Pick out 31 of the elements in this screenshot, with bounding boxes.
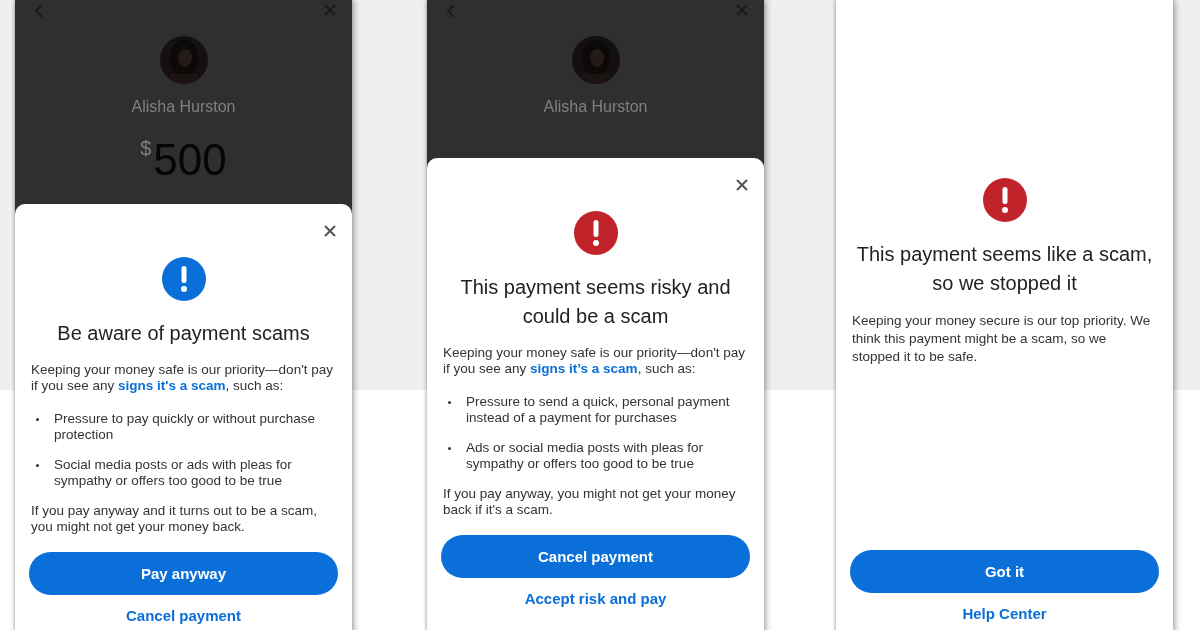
body-text: Keeping your money secure is our top priority. We think this payment might be a scam, so we stopped it to be safe. [851,312,1152,366]
bullet-text: Pressure to send a quick, personal payment instead of a payment for purchases [466,394,731,426]
alert-icon [161,257,206,301]
warning-text: If you pay anyway, you might not get your money back if it's a scam. [442,486,737,518]
primary-button[interactable]: Got it [850,550,1159,593]
bullet-icon [448,447,451,450]
intro-text: Keeping your money safe is our priority—don't pay if you see any signs it's a scam, such as: [30,362,334,394]
secondary-link[interactable]: Cancel payment [125,607,241,624]
scam-signs-link[interactable]: signs it’s a scam [530,361,638,376]
recipient-name: Alisha Hurston [543,98,648,116]
close-icon[interactable] [736,178,748,191]
recipient-name: Alisha Hurston [131,98,236,116]
bullet-text: Social media posts or ads with pleas for sympathy or offers too good to be true [54,457,293,489]
alert-icon [573,211,618,255]
secondary-link[interactable]: Accept risk and pay [524,590,667,607]
bullet-icon [36,418,39,421]
close-icon[interactable] [324,224,336,237]
dialog-title: This payment seems like a scam, so we stopped it [855,242,1154,296]
secondary-link[interactable]: Help Center [962,605,1047,622]
primary-button[interactable]: Cancel payment [441,535,750,578]
dialog-title: Be aware of payment scams [57,321,310,346]
bullet-icon [36,464,39,467]
dialog-title: This payment seems risky and could be a scam [459,275,732,329]
primary-button[interactable]: Pay anyway [29,552,338,595]
warning-text: If you pay anyway and it turns out to be a scam, you might not get your money back. [30,503,318,535]
bullet-text: Pressure to pay quickly or without purchase protection [54,411,317,443]
bullet-text: Ads or social media posts with pleas for sympathy or offers too good to be true [466,440,705,472]
intro-text: Keeping your money safe is our priority—don't pay if you see any signs it’s a scam, such as: [442,345,746,377]
alert-icon [982,178,1027,222]
bullet-icon [448,401,451,404]
scam-signs-link[interactable]: signs it's a scam [118,378,226,393]
